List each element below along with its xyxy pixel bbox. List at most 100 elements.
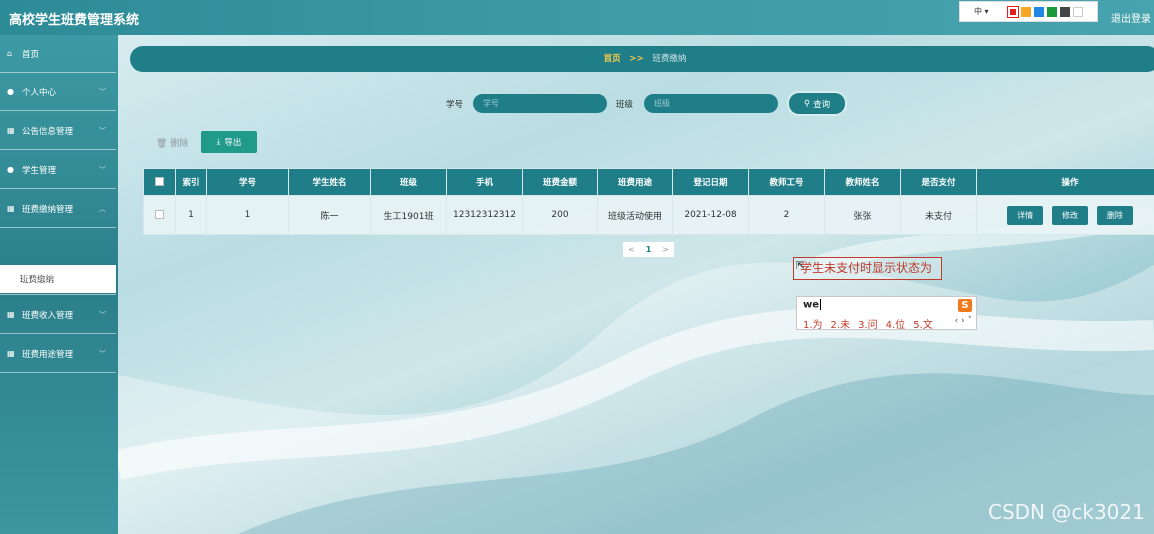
- home-icon: ⌂: [7, 49, 13, 58]
- column-header: 教师姓名: [824, 168, 901, 196]
- user-icon: ●: [7, 87, 14, 96]
- chevron-down-icon: ﹀: [99, 350, 106, 358]
- chevron-down-icon: ﹀: [99, 272, 106, 280]
- watermark: CSDN @ck3021: [988, 500, 1145, 524]
- xuehao-label: 学号: [446, 100, 464, 110]
- column-header: 索引: [175, 168, 207, 196]
- banji-label: 班级: [616, 100, 634, 110]
- theme-color-red[interactable]: [1006, 5, 1019, 18]
- chevron-down-icon: ﹀: [99, 127, 106, 135]
- row-checkbox[interactable]: [155, 210, 164, 219]
- cell-xuehao: 1: [206, 195, 289, 235]
- theme-color-orange[interactable]: [1020, 6, 1031, 17]
- column-header: 手机: [446, 168, 523, 196]
- theme-switcher: 中 ▾: [959, 1, 1098, 22]
- sidebar-item-fee-usage[interactable]: ▦ 班费用途管理 ﹀: [0, 335, 116, 373]
- grid-icon: ▦: [7, 204, 15, 213]
- select-all-checkbox[interactable]: [155, 177, 164, 186]
- breadcrumb-current: 班费缴纳: [652, 54, 687, 64]
- column-header: 学生姓名: [288, 168, 371, 196]
- mouse-cursor-icon: ⇱: [796, 259, 806, 272]
- cell-actions: 详情 修改 删除: [976, 195, 1154, 235]
- cell-name: 陈一: [288, 195, 371, 235]
- cell-phone: 12312312312: [446, 195, 523, 235]
- sidebar-item-fee-info-2[interactable]: ▥ 班费信息管理 ﹀: [0, 257, 116, 295]
- app-title: 高校学生班费管理系统: [9, 13, 140, 28]
- grid-icon: ▦: [7, 310, 15, 319]
- sidebar-item-personal-center[interactable]: ● 个人中心 ﹀: [0, 73, 116, 111]
- cell-teacher-id: 2: [748, 195, 825, 235]
- sidebar-item-home[interactable]: ⌂ 首页: [0, 35, 116, 73]
- cell-amount: 200: [522, 195, 598, 235]
- column-header: 是否支付: [900, 168, 977, 196]
- column-header: 教师工号: [748, 168, 825, 196]
- cell-banji: 生工1901班: [370, 195, 447, 235]
- ime-candidate[interactable]: 3.问: [858, 316, 878, 331]
- cell-date: 2021-12-08: [672, 195, 749, 235]
- column-header: 登记日期: [672, 168, 749, 196]
- pagination: < 1 >: [623, 242, 674, 257]
- theme-color-dark[interactable]: [1059, 6, 1070, 17]
- breadcrumb-home[interactable]: 首页: [604, 54, 621, 64]
- grid-icon: ▦: [7, 349, 15, 358]
- column-header: 学号: [206, 168, 289, 196]
- payment-table: 索引 学号 学生姓名 班级 手机 班费金额 班费用途 登记日期 教师工号 教师姓…: [143, 168, 1154, 235]
- cell-index: 1: [175, 195, 207, 235]
- ime-candidate[interactable]: 5.文: [913, 316, 933, 331]
- bank-icon: ▥: [7, 271, 15, 280]
- sidebar-item-students[interactable]: ● 学生管理 ﹀: [0, 151, 116, 189]
- sogou-logo-icon: S: [958, 299, 972, 312]
- annotation-textbox[interactable]: 学生未支付时显示状态为: [793, 257, 942, 280]
- background-wave: [118, 206, 1154, 534]
- trash-icon: 🗑: [156, 139, 168, 149]
- banji-input[interactable]: [644, 94, 778, 113]
- ime-candidate[interactable]: 2.未: [831, 316, 851, 331]
- detail-button[interactable]: 详情: [1007, 205, 1044, 225]
- sidebar-item-fee-payment[interactable]: ▦ 班费缴纳管理 ︿: [0, 190, 116, 228]
- ime-candidates: 1.为 2.未 3.问 4.位 5.文: [803, 316, 933, 331]
- logout-link[interactable]: 退出登录: [1111, 10, 1151, 25]
- column-header: 班费用途: [597, 168, 673, 196]
- export-button[interactable]: ⤓ 导出: [201, 131, 257, 153]
- select-all-checkbox-cell[interactable]: [143, 168, 176, 196]
- top-header: 高校学生班费管理系统 中 ▾ 退出登录: [0, 0, 1154, 35]
- xuehao-input[interactable]: [473, 94, 607, 113]
- download-icon: ⤓: [216, 137, 221, 147]
- row-checkbox-cell[interactable]: [143, 195, 176, 235]
- ime-candidate[interactable]: 4.位: [886, 316, 906, 331]
- prev-page-button[interactable]: <: [623, 242, 640, 257]
- column-header: 班级: [370, 168, 447, 196]
- batch-delete-button[interactable]: 🗑 删除: [156, 136, 188, 149]
- sidebar-item-notice[interactable]: ▦ 公告信息管理 ﹀: [0, 112, 116, 150]
- column-header: 班费金额: [522, 168, 598, 196]
- chevron-down-icon: ﹀: [99, 166, 106, 174]
- chevron-up-icon: ︿: [99, 205, 106, 213]
- ime-page-nav[interactable]: ‹ › ˅: [955, 316, 972, 326]
- theme-color-white[interactable]: [1072, 6, 1083, 17]
- sidebar-item-fee-income[interactable]: ▦ 班费收入管理 ﹀: [0, 296, 116, 334]
- breadcrumb-separator: >>: [629, 54, 644, 64]
- edit-button[interactable]: 修改: [1052, 205, 1088, 225]
- search-icon: ⚲: [803, 98, 811, 109]
- chevron-down-icon: ﹀: [99, 88, 106, 96]
- grid-icon: ▦: [7, 126, 15, 135]
- breadcrumb: 首页 >> 班费缴纳: [130, 46, 1154, 72]
- query-button[interactable]: ⚲ 查询: [789, 93, 845, 114]
- ime-composition: we: [803, 299, 822, 311]
- cell-teacher-name: 张张: [824, 195, 901, 235]
- ime-candidate[interactable]: 1.为: [803, 316, 823, 331]
- next-page-button[interactable]: >: [657, 242, 674, 257]
- cell-paid-status: 未支付: [900, 195, 977, 235]
- column-header: 操作: [976, 168, 1154, 196]
- row-delete-button[interactable]: 删除: [1096, 205, 1133, 225]
- user-icon: ●: [7, 165, 14, 174]
- ime-candidate-window: we S 1.为 2.未 3.问 4.位 5.文 ‹ › ˅: [796, 296, 977, 331]
- page-number[interactable]: 1: [640, 242, 657, 257]
- cell-usage: 班级活动使用: [597, 195, 673, 235]
- table-header-row: 索引 学号 学生姓名 班级 手机 班费金额 班费用途 登记日期 教师工号 教师姓…: [143, 168, 1154, 196]
- chevron-down-icon: ﹀: [99, 311, 106, 319]
- table-row: 1 1 陈一 生工1901班 12312312312 200 班级活动使用 20…: [143, 195, 1154, 235]
- theme-color-green[interactable]: [1046, 6, 1057, 17]
- language-select[interactable]: 中 ▾: [974, 6, 989, 17]
- theme-color-blue[interactable]: [1033, 6, 1044, 17]
